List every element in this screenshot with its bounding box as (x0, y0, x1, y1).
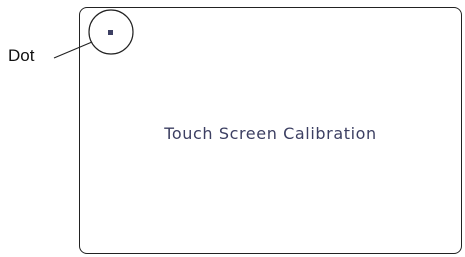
dot-callout-label: Dot (8, 46, 35, 65)
dot-callout-leader-line (53, 41, 93, 59)
calibration-dot[interactable] (108, 30, 113, 35)
callout-graphics (53, 9, 134, 59)
